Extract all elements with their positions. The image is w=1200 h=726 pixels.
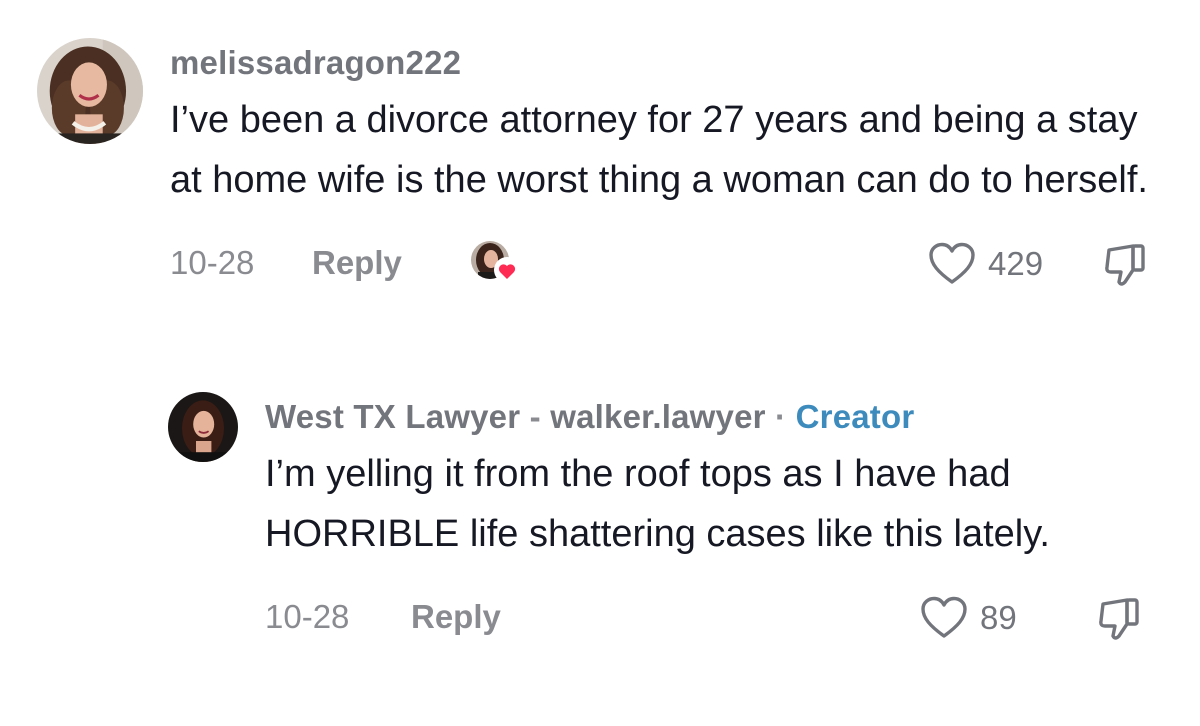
thumbs-down-icon[interactable] xyxy=(1103,242,1149,290)
reply-button[interactable]: Reply xyxy=(411,598,501,636)
reply-actions: 10-28 Reply 89 xyxy=(265,586,1165,646)
creator-handle[interactable]: walker.lawyer xyxy=(550,398,765,435)
commenter-avatar[interactable] xyxy=(37,38,143,144)
reply-date: 10-28 xyxy=(265,598,350,635)
reply-text: I’m yelling it from the roof tops as I h… xyxy=(265,453,1050,555)
like-count: 429 xyxy=(988,245,1044,282)
thumbs-down-icon[interactable] xyxy=(1097,596,1143,644)
like-button[interactable]: 89 xyxy=(920,596,1017,640)
comment-date: 10-28 xyxy=(170,244,255,281)
comment-username[interactable]: melissadragon222 xyxy=(170,38,1170,88)
dot-separator: · xyxy=(775,398,787,435)
like-count: 89 xyxy=(980,599,1017,636)
reply-header: West TX Lawyer - walker.lawyer · Creator xyxy=(265,392,1165,442)
reply-body: West TX Lawyer - walker.lawyer · Creator… xyxy=(265,392,1165,646)
user-avatar-photo xyxy=(37,38,143,144)
name-separator: - xyxy=(529,398,541,435)
creator-display-name[interactable]: West TX Lawyer xyxy=(265,398,520,435)
like-button[interactable]: 429 xyxy=(928,242,1043,286)
heart-outline-icon xyxy=(928,242,976,286)
comment-actions: 10-28 Reply 429 xyxy=(170,232,1170,292)
creator-avatar-photo xyxy=(168,392,238,462)
creator-badge: Creator xyxy=(795,398,915,435)
reply-button[interactable]: Reply xyxy=(312,244,402,282)
heart-outline-icon xyxy=(920,596,968,640)
comment-body: melissadragon222 I’ve been a divorce att… xyxy=(170,38,1170,292)
creator-avatar[interactable] xyxy=(168,392,238,462)
comment-text: I’ve been a divorce attorney for 27 year… xyxy=(170,99,1148,201)
creator-heart-badge-icon xyxy=(468,238,524,288)
